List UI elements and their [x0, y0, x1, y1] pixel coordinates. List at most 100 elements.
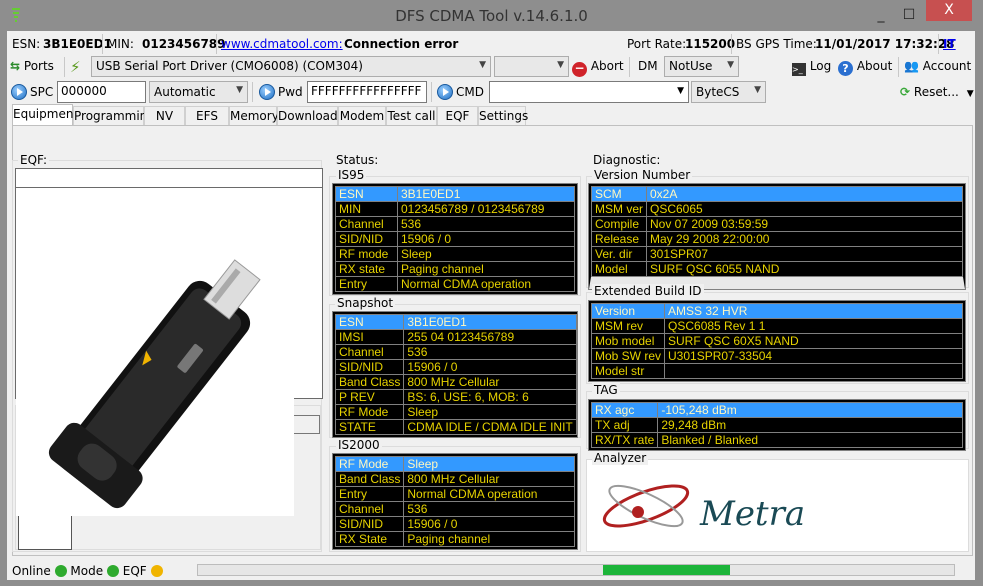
grid-value: U301SPR07-33504: [664, 348, 963, 364]
pwd-send-icon[interactable]: [259, 84, 275, 100]
secondary-select[interactable]: ▼: [494, 56, 569, 77]
grid-row[interactable]: MSM ver QSC6065: [591, 201, 963, 217]
grid-row[interactable]: MSM rev QSC6085 Rev 1 1: [590, 318, 963, 334]
grid-row[interactable]: Model SURF QSC 6055 NAND: [591, 261, 963, 277]
spc-send-icon[interactable]: [11, 84, 27, 100]
grid-row[interactable]: Compile Nov 07 2009 03:59:59: [591, 216, 963, 232]
spc-mode-select[interactable]: Automatic ▼: [149, 81, 248, 103]
mode-label: Mode: [70, 564, 104, 578]
grid-row[interactable]: SID/NID 15906 / 0: [335, 231, 575, 247]
grid-value: 15906 / 0: [403, 359, 577, 375]
is2000-title: IS2000: [336, 438, 382, 452]
about-button[interactable]: ? About: [838, 59, 892, 76]
grid-key: RX State: [334, 531, 405, 547]
ports-label: Ports: [23, 59, 54, 73]
tab-test-call[interactable]: Test call: [386, 106, 437, 126]
divider: [898, 57, 899, 77]
grid-row[interactable]: SID/NID 15906 / 0: [334, 359, 577, 375]
maximize-button[interactable]: ☐: [896, 2, 922, 28]
chevron-down-icon: ▼: [754, 85, 761, 95]
abort-button[interactable]: − Abort: [572, 59, 624, 77]
is95-grid: ESN 3B1E0ED1 MIN 0123456789 / 0123456789 Cha…: [332, 183, 578, 295]
tab-settings[interactable]: Settings: [478, 106, 528, 126]
grid-value: 29,248 dBm: [657, 417, 963, 433]
dm-select[interactable]: NotUse ▼: [664, 56, 739, 77]
grid-row[interactable]: Ver. dir 301SPR07: [591, 246, 963, 262]
grid-row[interactable]: P REV BS: 6, USE: 6, MOB: 6: [334, 389, 577, 405]
grid-value: 15906 / 0: [397, 231, 575, 247]
reset-button[interactable]: ⟳ Reset... ▼: [900, 85, 974, 99]
grid-row[interactable]: RX State Paging channel: [334, 531, 575, 547]
minimize-button[interactable]: _: [868, 2, 894, 28]
port-driver-select[interactable]: USB Serial Port Driver (CMO6008) (COM304…: [91, 56, 491, 77]
grid-value: 255 04 0123456789: [403, 329, 577, 345]
grid-key: Band Class: [334, 471, 405, 487]
spc-input[interactable]: 000000: [57, 81, 146, 103]
account-button[interactable]: 👥 Account: [904, 59, 971, 73]
grid-row[interactable]: Channel 536: [335, 216, 575, 232]
grid-key: IMSI: [334, 329, 405, 345]
modem-device-image: [16, 248, 294, 516]
grid-key: ESN: [335, 186, 398, 202]
divider: [731, 34, 732, 54]
grid-row[interactable]: SCM 0x2A: [591, 186, 963, 202]
connect-plug-icon[interactable]: ⚡: [70, 58, 86, 76]
version-grid: SCM 0x2A MSM ver QSC6065 Compile Nov 07 2009 …: [588, 183, 966, 290]
tab-nv[interactable]: NV: [144, 106, 185, 126]
progress-marquee: [603, 565, 730, 575]
grid-row[interactable]: MIN 0123456789 / 0123456789: [335, 201, 575, 217]
grid-row[interactable]: Channel 536: [334, 344, 577, 360]
cmd-mode-select[interactable]: ByteCS ▼: [691, 81, 766, 103]
grid-key: SID/NID: [334, 359, 405, 375]
dm-value: NotUse: [669, 59, 713, 73]
grid-row[interactable]: Version AMSS 32 HVR: [590, 303, 963, 319]
grid-row[interactable]: ESN 3B1E0ED1: [334, 314, 577, 330]
grid-value: 536: [403, 344, 577, 360]
divider: [252, 82, 253, 102]
grid-row[interactable]: Model str: [590, 363, 963, 379]
analyzer-title: Analyzer: [592, 451, 649, 465]
grid-row[interactable]: Entry Normal CDMA operation: [335, 276, 575, 292]
cmd-send-icon[interactable]: [437, 84, 453, 100]
tab-equipment[interactable]: Equipment: [12, 104, 78, 126]
tab-programming[interactable]: Programming: [73, 106, 155, 126]
website-link[interactable]: www.cdmatool.com:: [221, 37, 343, 51]
grid-row[interactable]: RF Mode Sleep: [334, 404, 577, 420]
grid-value: Paging channel: [403, 531, 575, 547]
grid-row[interactable]: RX agc -105,248 dBm: [590, 402, 963, 418]
grid-row[interactable]: Band Class 800 MHz Cellular: [334, 471, 575, 487]
pwd-input[interactable]: FFFFFFFFFFFFFFFF: [307, 81, 427, 103]
close-button[interactable]: X: [926, 0, 972, 21]
tab-memory[interactable]: Memory: [229, 106, 279, 126]
grid-row[interactable]: Mob model SURF QSC 60X5 NAND: [590, 333, 963, 349]
grid-row[interactable]: Entry Normal CDMA operation: [334, 486, 575, 502]
chevron-down-icon: ▼: [727, 60, 734, 70]
title-bar: DFS CDMA Tool v.14.6.1.0 _ ☐ X: [0, 0, 983, 32]
grid-row[interactable]: RF mode Sleep: [335, 246, 575, 262]
grid-row[interactable]: SID/NID 15906 / 0: [334, 516, 575, 532]
grid-row[interactable]: Channel 536: [334, 501, 575, 517]
grid-row[interactable]: RX state Paging channel: [335, 261, 575, 277]
grid-row[interactable]: IMSI 255 04 0123456789: [334, 329, 577, 345]
eqf-header-box: [15, 168, 323, 188]
grid-row[interactable]: TX adj 29,248 dBm: [590, 417, 963, 433]
tab-efs[interactable]: EFS: [185, 106, 229, 126]
grid-row[interactable]: RF Mode Sleep: [334, 456, 575, 472]
grid-value: Blanked / Blanked: [657, 432, 963, 448]
mode-indicator-icon: [106, 565, 119, 577]
cmd-input[interactable]: ▼: [489, 81, 689, 103]
log-button[interactable]: >_ Log: [792, 59, 831, 76]
grid-row[interactable]: STATE CDMA IDLE / CDMA IDLE INIT: [334, 419, 577, 435]
tab-eqf[interactable]: EQF: [437, 106, 478, 126]
tab-modem[interactable]: Modem: [338, 106, 386, 126]
pwd-label: Pwd: [278, 85, 303, 99]
it-link[interactable]: IT: [943, 37, 956, 51]
tab-download[interactable]: Download: [277, 106, 338, 126]
grid-row[interactable]: RX/TX rate Blanked / Blanked: [590, 432, 963, 448]
grid-row[interactable]: Band Class 800 MHz Cellular: [334, 374, 577, 390]
ports-button[interactable]: ⇆ Ports: [10, 59, 54, 73]
divider: [431, 82, 432, 102]
grid-row[interactable]: Release May 29 2008 22:00:00: [591, 231, 963, 247]
grid-row[interactable]: Mob SW rev U301SPR07-33504: [590, 348, 963, 364]
grid-row[interactable]: ESN 3B1E0ED1: [335, 186, 575, 202]
